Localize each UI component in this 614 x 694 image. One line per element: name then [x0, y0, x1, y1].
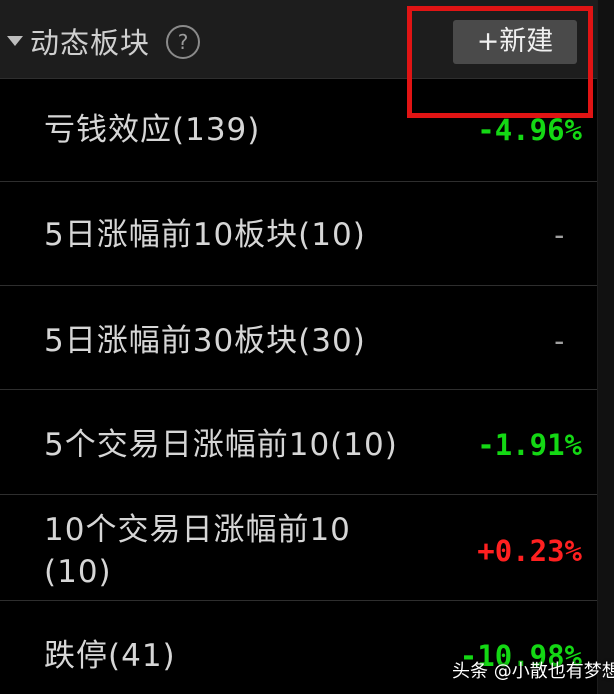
sector-row[interactable]: 10个交易日涨幅前10 (10) +0.23% — [0, 495, 598, 601]
help-icon[interactable]: ? — [166, 25, 200, 59]
sector-name: 5日涨幅前30板块(30) — [44, 323, 366, 359]
sector-change-value: - — [550, 218, 568, 252]
sector-name: 5个交易日涨幅前10(10) — [44, 427, 398, 463]
dynamic-sector-panel: 动态板块 ? +新建 亏钱效应(139) -4.96% 5日涨幅前10板块(10… — [0, 0, 598, 694]
sector-name-continued: (10) — [44, 554, 112, 590]
sector-change-value: - — [550, 324, 568, 358]
sector-change-value: -4.96% — [477, 113, 582, 147]
sector-name: 亏钱效应(139) — [44, 112, 261, 148]
collapse-arrow-icon[interactable] — [7, 36, 23, 46]
sector-change-value: -1.91% — [477, 428, 582, 462]
panel-title: 动态板块 — [30, 26, 151, 60]
sector-name: 5日涨幅前10板块(10) — [44, 217, 366, 253]
sector-change-value: +0.23% — [477, 534, 582, 568]
sector-name: 10个交易日涨幅前10 — [44, 512, 351, 548]
watermark-text: 头条 @小散也有梦想 — [452, 661, 614, 682]
new-sector-button[interactable]: +新建 — [453, 20, 577, 64]
sector-name: 跌停(41) — [44, 638, 176, 674]
sector-row[interactable]: 5日涨幅前30板块(30) - — [0, 286, 598, 390]
sector-row[interactable]: 5日涨幅前10板块(10) - — [0, 182, 598, 286]
panel-header: 动态板块 ? +新建 — [0, 0, 598, 79]
scrollbar[interactable] — [597, 0, 614, 694]
sector-row[interactable]: 5个交易日涨幅前10(10) -1.91% — [0, 390, 598, 495]
sector-row[interactable]: 亏钱效应(139) -4.96% — [0, 79, 598, 182]
